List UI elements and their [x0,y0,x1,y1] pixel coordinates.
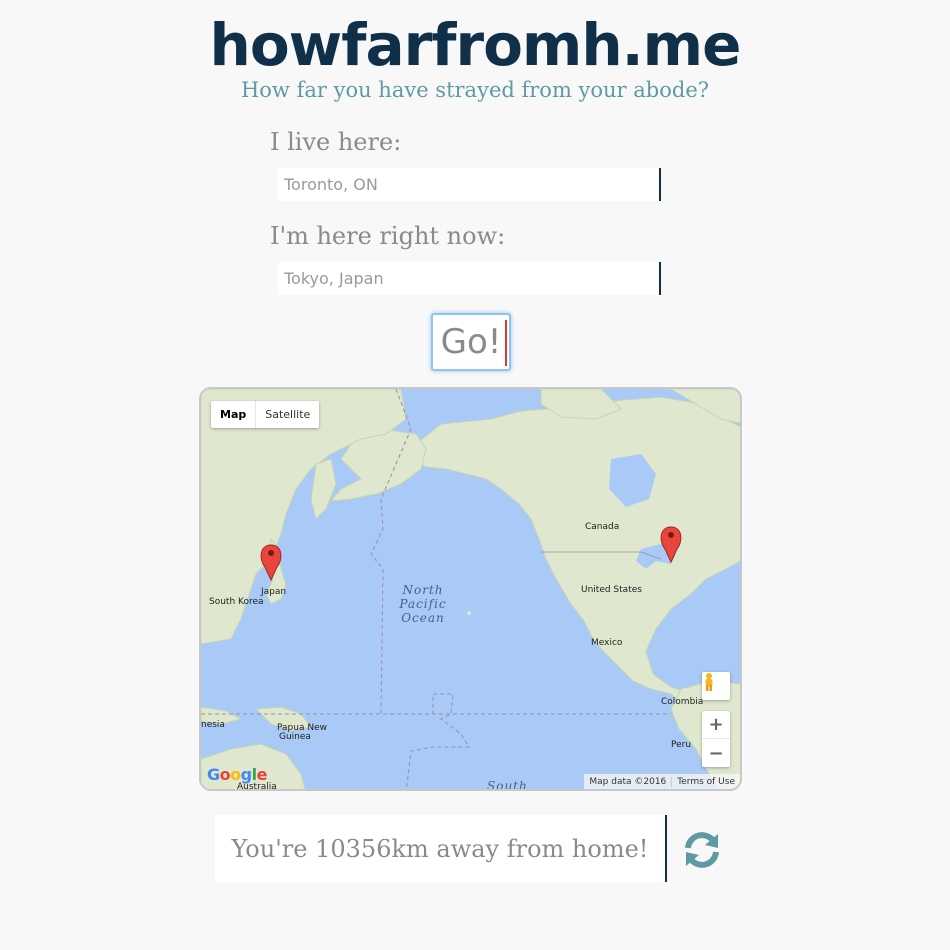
map-type-satellite-button[interactable]: Satellite [256,401,319,428]
map-attribution: Map data ©2016 Terms of Use [584,774,740,789]
current-location-input[interactable] [278,262,661,295]
go-button[interactable]: Go! [431,313,511,371]
map-label-south-korea: South Korea [209,597,264,607]
ocean-label: North Pacific Ocean [399,583,447,625]
land-kamchatka [310,458,337,520]
map-label-indonesia: nesia [201,720,225,730]
current-location-label: I'm here right now: [270,222,506,250]
zoom-out-button[interactable]: − [702,739,730,767]
tagline: How far you have strayed from your abode… [240,78,710,102]
map-label-colombia: Colombia [661,697,704,707]
google-logo: Google [207,765,267,784]
site-title: howfarfromh.me [209,11,742,79]
home-label: I live here: [270,128,402,156]
ocean-label-south: South [487,779,528,791]
text-caret [505,320,507,366]
go-button-label: Go! [440,322,502,362]
map[interactable]: Map Satellite Canada United States Mexic… [199,387,742,791]
map-label-united-states: United States [581,585,642,595]
map-label-mexico: Mexico [591,638,623,648]
refresh-icon[interactable] [680,828,724,872]
terms-of-use-link[interactable]: Terms of Use [671,776,740,787]
map-type-control: Map Satellite [211,401,320,428]
zoom-control: + − [702,711,730,767]
map-label-papua-2: Guinea [279,732,311,742]
home-input[interactable] [278,168,661,201]
map-label-japan: Japan [261,587,287,597]
map-data-text: Map data ©2016 [589,776,667,787]
pegman-icon [705,673,713,691]
land-hawaii [467,611,471,615]
map-label-canada: Canada [585,522,620,532]
map-label-peru: Peru [671,740,692,750]
zoom-in-button[interactable]: + [702,711,730,739]
distance-result: You're 10356km away from home! [215,815,667,882]
map-type-map-button[interactable]: Map [211,401,257,428]
pegman-button[interactable] [702,672,730,700]
